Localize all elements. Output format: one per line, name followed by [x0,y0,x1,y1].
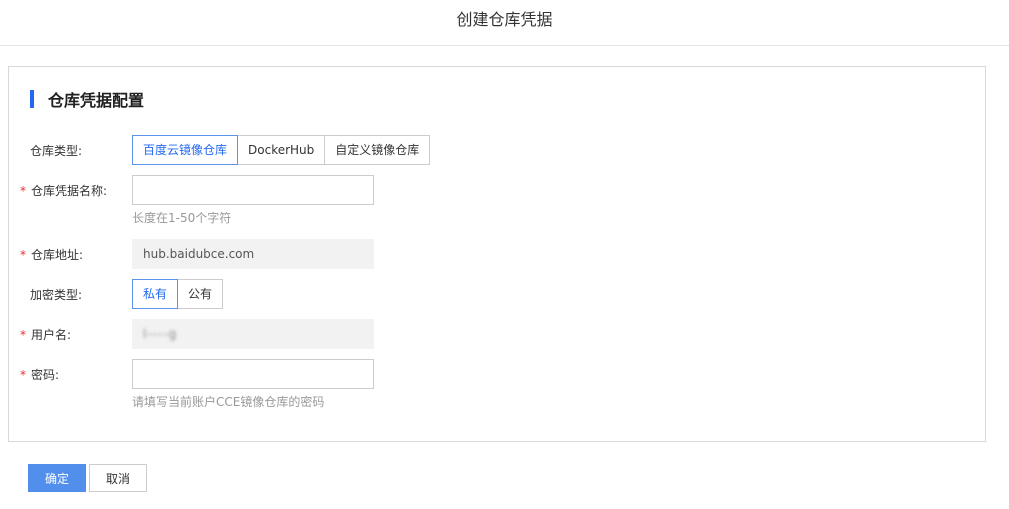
encryption-type-selector: 私有 公有 [132,279,224,309]
password-hint: 请填写当前账户CCE镜像仓库的密码 [132,395,325,409]
required-mark: * [20,367,26,382]
confirm-button[interactable]: 确定 [28,464,86,492]
credential-config-panel: 仓库凭据配置 仓库类型: 百度云镜像仓库 DockerHub 自定义镜像仓库 *… [8,66,986,442]
encryption-type-label: 加密类型: [30,287,83,302]
repo-type-selector: 百度云镜像仓库 DockerHub 自定义镜像仓库 [132,135,431,165]
required-mark: * [20,247,26,262]
page-title: 创建仓库凭据 [456,10,553,29]
repo-address-label: * 仓库地址: [20,247,84,262]
encryption-option-public[interactable]: 公有 [177,279,224,309]
credential-name-label: * 仓库凭据名称: [20,183,108,198]
section-heading: 仓库凭据配置 [30,87,144,111]
username-label: * 用户名: [20,327,72,342]
password-label: * 密码: [20,367,60,382]
section-accent-bar [30,90,34,108]
repo-type-option-baidu[interactable]: 百度云镜像仓库 [132,135,239,165]
username-field: l----g [132,319,374,349]
page-header: 创建仓库凭据 [0,0,1009,46]
required-mark: * [20,183,26,198]
repo-type-option-custom[interactable]: 自定义镜像仓库 [324,135,431,165]
section-title: 仓库凭据配置 [48,91,145,110]
credential-name-hint: 长度在1-50个字符 [132,211,232,225]
encryption-option-private[interactable]: 私有 [132,279,179,309]
repo-address-field: hub.baidubce.com [132,239,374,269]
credential-name-input[interactable] [132,175,374,205]
repo-type-option-dockerhub[interactable]: DockerHub [237,135,326,165]
required-mark: * [20,327,26,342]
username-value-redacted: l----g [143,327,178,341]
cancel-button[interactable]: 取消 [89,464,147,492]
repo-type-label: 仓库类型: [30,143,83,158]
password-input[interactable] [132,359,374,389]
